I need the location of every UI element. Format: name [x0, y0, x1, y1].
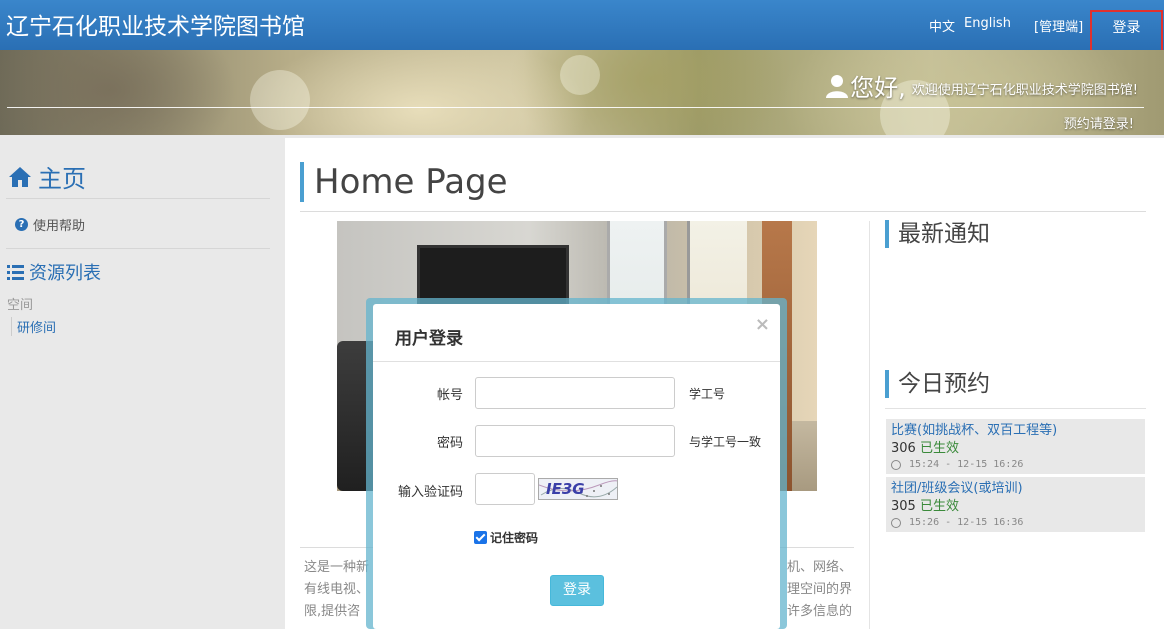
intro-line-left: 有线电视、	[304, 582, 370, 597]
reservation-name: 比赛(如挑战杯、双百工程等)	[891, 423, 1058, 438]
close-icon[interactable]: ×	[755, 314, 770, 335]
reservation-item[interactable]: 比赛(如挑战杯、双百工程等) 306 已生效 15:24 - 12-15 16:…	[886, 419, 1145, 474]
today-divider	[885, 408, 1146, 409]
clock-icon	[891, 518, 901, 528]
remember-checkbox[interactable]	[474, 531, 487, 544]
greeting: 您好, 欢迎使用辽宁石化职业技术学院图书馆!	[824, 68, 1138, 103]
top-navbar: 辽宁石化职业技术学院图书馆 中文 English [管理端] 登录	[0, 0, 1164, 52]
password-label: 密码	[436, 436, 463, 451]
reservation-status: 306 已生效	[891, 440, 1140, 458]
intro-line-left: 限,提供咨	[304, 604, 361, 619]
site-brand[interactable]: 辽宁石化职业技术学院图书馆	[6, 7, 305, 41]
password-input[interactable]	[475, 425, 675, 457]
account-hint: 学工号	[689, 387, 726, 401]
password-hint: 与学工号一致	[689, 435, 762, 449]
sidebar: 主页 ? 使用帮助 资源列表 空间 研修间	[0, 135, 280, 629]
page-title: Home Page	[300, 162, 508, 202]
home-icon	[9, 166, 31, 187]
intro-line-left: 这是一种新	[304, 560, 370, 575]
intro-line-right: 机、网络、	[786, 560, 852, 575]
admin-link[interactable]: [管理端]	[1034, 16, 1083, 35]
question-circle-icon: ?	[15, 218, 28, 231]
banner: 您好, 欢迎使用辽宁石化职业技术学院图书馆! 预约请登录!	[0, 50, 1164, 135]
intro-line-right: 理空间的界	[786, 582, 852, 597]
captcha-image[interactable]: IE3G	[538, 478, 618, 500]
reservation-room: 305	[891, 499, 916, 514]
login-submit-button[interactable]: 登录	[550, 575, 604, 606]
lang-chinese-link[interactable]: 中文	[929, 16, 955, 35]
reservation-time: 15:24 - 12-15 16:26	[891, 458, 1140, 472]
reservation-state: 已生效	[919, 499, 959, 514]
sidebar-item-help[interactable]: ? 使用帮助	[15, 215, 85, 234]
reservation-time-text: 15:26 - 12-15 16:36	[909, 517, 1024, 528]
sidebar-divider	[6, 248, 270, 249]
space-category-label: 空间	[7, 298, 34, 313]
account-label: 帐号	[436, 388, 463, 403]
reservation-state: 已生效	[919, 441, 959, 456]
reservation-status: 305 已生效	[891, 498, 1140, 516]
sidebar-divider	[6, 198, 270, 199]
greeting-text: 您好,	[850, 74, 906, 102]
sidebar-item-home[interactable]: 主页	[8, 159, 86, 194]
title-divider	[300, 211, 1146, 212]
account-input[interactable]	[475, 377, 675, 409]
reservation-room: 306	[891, 441, 916, 456]
sidebar-resource-list-title: 资源列表	[7, 259, 101, 285]
resource-list-label: 资源列表	[29, 263, 101, 284]
captcha-input[interactable]	[475, 473, 535, 505]
user-icon	[826, 74, 849, 98]
reservation-time-text: 15:24 - 12-15 16:26	[909, 459, 1024, 470]
sidebar-home-label: 主页	[38, 165, 86, 193]
reservation-name: 社团/班级会议(或培训)	[891, 481, 1023, 496]
banner-bokeh	[560, 55, 600, 95]
sidebar-help-label: 使用帮助	[33, 219, 86, 234]
reserve-note: 预约请登录!	[1063, 117, 1134, 132]
banner-bokeh	[250, 70, 310, 130]
today-reservations-title: 今日预约	[885, 370, 990, 398]
remember-label: 记住密码	[490, 531, 539, 545]
remember-password[interactable]: 记住密码	[474, 529, 538, 546]
list-icon	[7, 264, 24, 280]
modal-title: 用户登录	[395, 329, 463, 349]
latest-notice-title: 最新通知	[885, 220, 990, 248]
modal-header: 用户登录 ×	[373, 304, 780, 362]
intro-line-right: 许多信息的	[786, 604, 852, 619]
lang-english-link[interactable]: English	[964, 16, 1011, 31]
login-modal: 用户登录 × 帐号 学工号 密码 与学工号一致 输入验证码 IE3G 记住密码 …	[373, 304, 780, 629]
captcha-text: IE3G	[546, 480, 585, 498]
login-link[interactable]: 登录	[1090, 10, 1163, 52]
captcha-label: 输入验证码	[397, 485, 463, 500]
reservation-item[interactable]: 社团/班级会议(或培训) 305 已生效 15:26 - 12-15 16:36	[886, 477, 1145, 532]
sidebar-item-study-room[interactable]: 研修间	[11, 317, 56, 336]
clock-icon	[891, 460, 901, 470]
column-divider	[869, 221, 870, 629]
reservation-time: 15:26 - 12-15 16:36	[891, 516, 1140, 530]
welcome-text: 欢迎使用辽宁石化职业技术学院图书馆!	[911, 83, 1138, 98]
banner-divider	[7, 107, 1144, 108]
